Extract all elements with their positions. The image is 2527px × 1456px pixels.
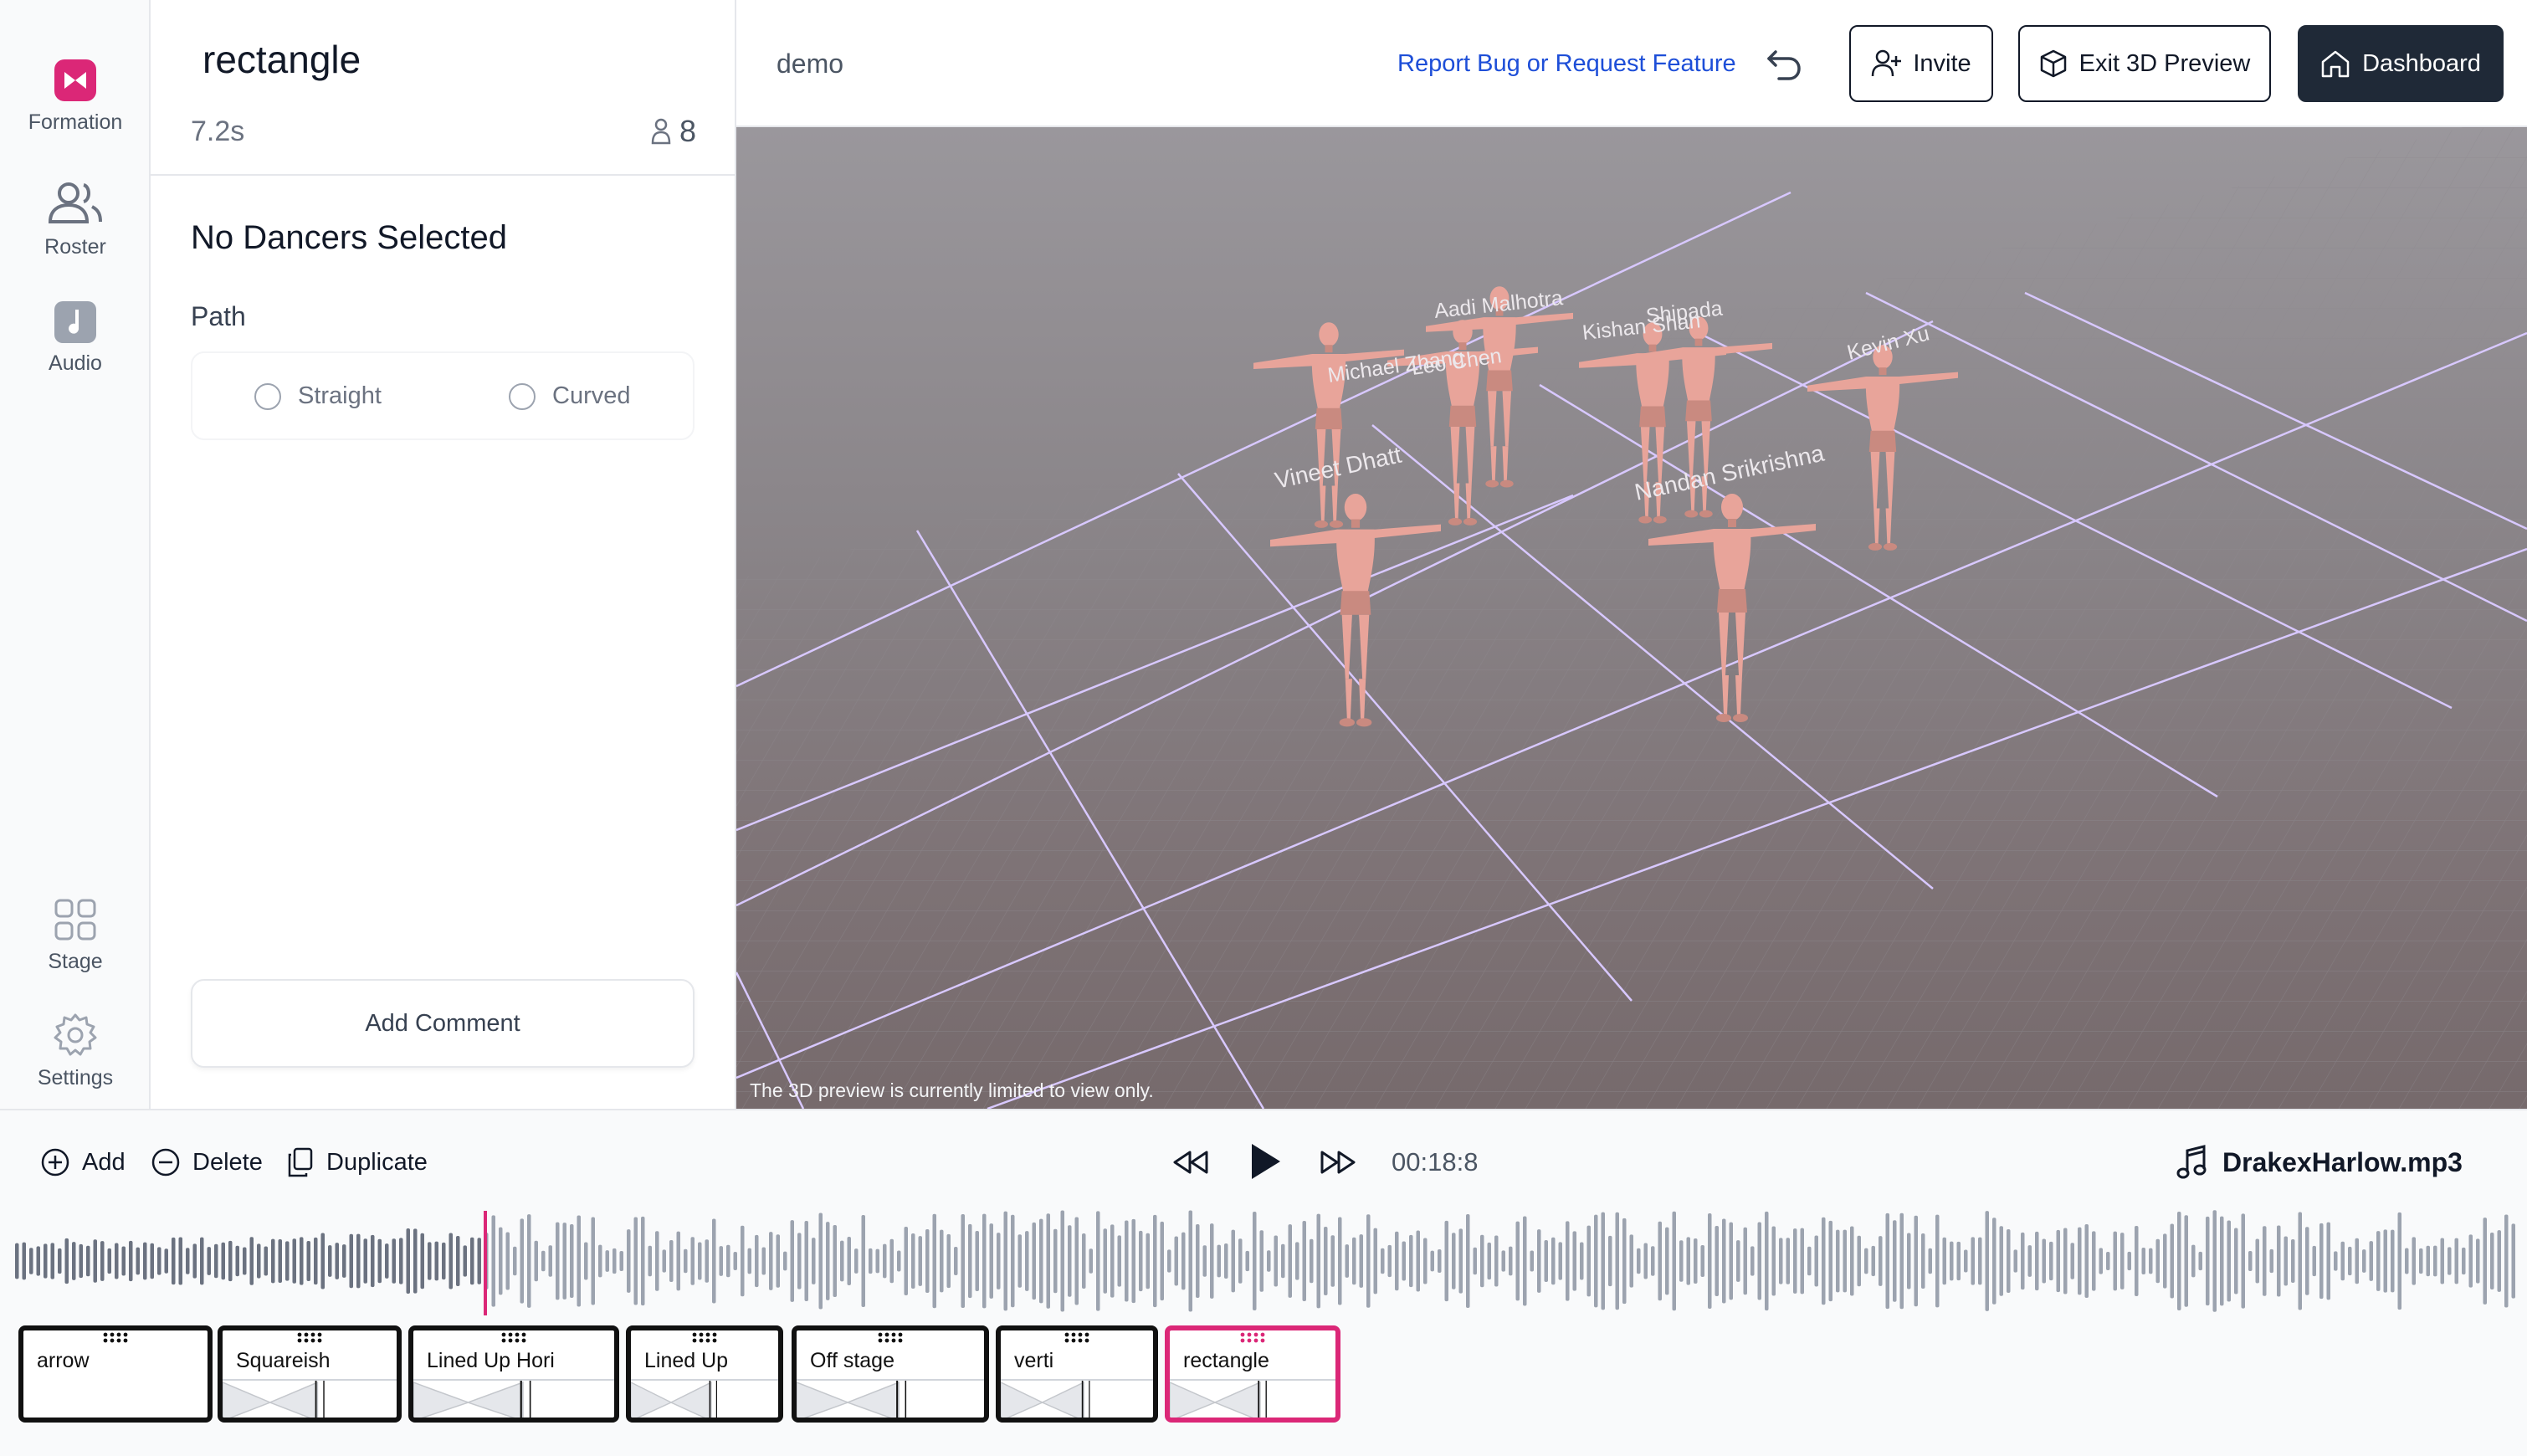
exit-3d-preview-button[interactable]: Exit 3D Preview <box>2018 25 2271 102</box>
play-icon[interactable] <box>1247 1141 1284 1182</box>
dancer-label: Shipada <box>1645 297 1724 328</box>
formation-thumbnail <box>797 1381 907 1418</box>
drag-handle-icon[interactable] <box>101 1330 130 1346</box>
formation-card-name: verti <box>1014 1349 1054 1372</box>
stage-scene: Aadi Malhotra Michael Zhang Leo Chen Kis… <box>736 127 2527 1109</box>
formation-thumbnail <box>1170 1381 1267 1418</box>
drag-handle-icon[interactable] <box>876 1330 905 1346</box>
nav-stage-label: Stage <box>48 950 103 973</box>
formation-card[interactable]: Lined Up Hori <box>408 1325 619 1423</box>
music-note-icon <box>54 301 96 343</box>
formation-thumbnail <box>413 1381 531 1418</box>
dashboard-button[interactable]: Dashboard <box>2298 25 2504 102</box>
formation-icon <box>54 59 96 101</box>
grid-icon <box>54 899 96 941</box>
nav-roster-label: Roster <box>44 235 106 259</box>
formation-card[interactable]: verti <box>996 1325 1158 1423</box>
formation-card-name: rectangle <box>1183 1349 1269 1372</box>
path-straight-label: Straight <box>298 382 382 409</box>
path-label: Path <box>191 301 246 331</box>
dashboard-label: Dashboard <box>2362 49 2481 77</box>
cube-icon <box>2040 49 2066 78</box>
formation-card[interactable]: rectangle <box>1165 1325 1340 1423</box>
stage-floor-grid <box>736 127 2527 1109</box>
top-bar: demo Report Bug or Request Feature Invit… <box>736 0 2527 127</box>
add-user-icon <box>1872 49 1902 77</box>
report-bug-link[interactable]: Report Bug or Request Feature <box>1397 50 1736 78</box>
formation-header: rectangle 7.2s 8 <box>151 0 736 176</box>
invite-button[interactable]: Invite <box>1849 25 1993 102</box>
nav-settings-label: Settings <box>37 1066 114 1089</box>
formation-thumbnail <box>223 1381 325 1418</box>
timeline-panel: Add Delete Duplicate 00:18:8 DrakexHarlo… <box>0 1109 2527 1456</box>
invite-label: Invite <box>1913 49 1971 77</box>
playback-time: 00:18:8 <box>1392 1147 1479 1177</box>
radio-circle-icon <box>254 382 281 410</box>
duplicate-label: Duplicate <box>326 1148 428 1176</box>
formation-card-name: Squareish <box>236 1349 331 1372</box>
drag-handle-icon[interactable] <box>1063 1330 1091 1346</box>
path-straight-radio[interactable]: Straight <box>254 382 382 410</box>
home-icon <box>2321 50 2350 78</box>
audio-track-name: DrakexHarlow.mp3 <box>2222 1146 2463 1177</box>
delete-label: Delete <box>192 1148 263 1176</box>
formation-card-name: arrow <box>37 1349 90 1372</box>
selection-status: No Dancers Selected <box>191 219 507 256</box>
formation-card-name: Lined Up <box>644 1349 729 1372</box>
playhead[interactable] <box>484 1211 487 1315</box>
audio-track[interactable]: DrakexHarlow.mp3 <box>2176 1144 2463 1181</box>
path-options: Straight Curved <box>191 351 695 440</box>
nav-formation-label: Formation <box>28 110 123 134</box>
nav-audio[interactable]: Audio <box>0 301 151 376</box>
drag-handle-icon[interactable] <box>295 1330 324 1346</box>
formation-duration: 7.2s <box>191 115 245 147</box>
drag-handle-icon[interactable] <box>690 1330 719 1346</box>
rewind-icon[interactable] <box>1171 1149 1210 1176</box>
view-only-notice: The 3D preview is currently limited to v… <box>750 1079 1154 1101</box>
left-rail: Formation Roster Audio Stage Settings <box>0 0 151 1109</box>
path-curved-label: Curved <box>552 382 631 409</box>
undo-icon[interactable] <box>1764 44 1804 84</box>
nav-settings[interactable]: Settings <box>0 1013 151 1090</box>
formation-card[interactable]: arrow <box>18 1325 213 1423</box>
project-name[interactable]: demo <box>777 49 843 79</box>
drag-handle-icon[interactable] <box>500 1330 528 1346</box>
copy-icon <box>288 1147 313 1177</box>
drag-handle-icon[interactable] <box>1238 1330 1267 1346</box>
person-icon <box>651 118 671 145</box>
audio-waveform[interactable] <box>15 1207 2517 1315</box>
path-curved-radio[interactable]: Curved <box>509 382 631 410</box>
formation-card[interactable]: Off stage <box>792 1325 989 1423</box>
nav-formation[interactable]: Formation <box>0 59 151 135</box>
radio-circle-icon <box>509 382 536 410</box>
formation-card[interactable]: Lined Up <box>626 1325 783 1423</box>
exit-3d-preview-label: Exit 3D Preview <box>2078 49 2251 77</box>
add-label: Add <box>82 1148 126 1176</box>
minus-circle-icon <box>151 1148 180 1177</box>
nav-audio-label: Audio <box>49 351 102 375</box>
gear-icon <box>54 1013 97 1056</box>
3d-preview-viewport[interactable]: Aadi Malhotra Michael Zhang Leo Chen Kis… <box>736 127 2527 1109</box>
add-comment-button[interactable]: Add Comment <box>191 979 695 1068</box>
formation-thumbnail <box>631 1381 717 1418</box>
dancer-count-value: 8 <box>679 114 696 148</box>
nav-roster[interactable]: Roster <box>0 180 151 259</box>
formation-thumbnail <box>1001 1381 1090 1418</box>
add-formation-button[interactable]: Add <box>40 1147 126 1177</box>
formation-card-name: Lined Up Hori <box>427 1349 555 1372</box>
music-note-icon <box>2176 1145 2207 1179</box>
duplicate-formation-button[interactable]: Duplicate <box>286 1147 428 1177</box>
fast-forward-icon[interactable] <box>1319 1149 1357 1176</box>
dancer-count: 8 <box>651 114 696 149</box>
plus-circle-icon <box>41 1148 69 1177</box>
delete-formation-button[interactable]: Delete <box>151 1147 263 1177</box>
formation-title[interactable]: rectangle <box>202 37 361 82</box>
formation-card[interactable]: Squareish <box>218 1325 402 1423</box>
formation-panel: rectangle 7.2s 8 No Dancers Selected Pat… <box>151 0 736 1109</box>
users-icon <box>48 182 102 223</box>
nav-stage[interactable]: Stage <box>0 898 151 974</box>
formation-card-name: Off stage <box>810 1349 894 1372</box>
